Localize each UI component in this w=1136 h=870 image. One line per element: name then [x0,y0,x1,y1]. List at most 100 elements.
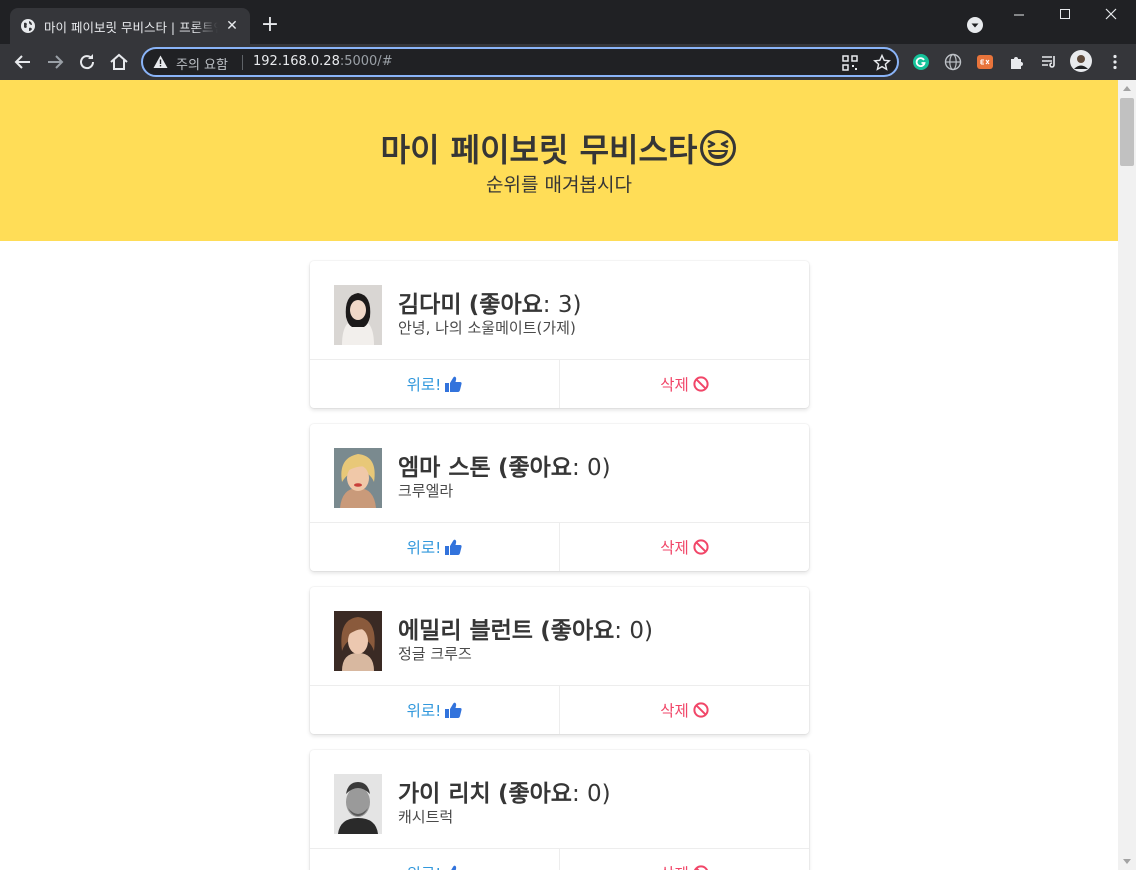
laughing-face-icon [700,130,737,166]
delete-button-label: 삭제 [660,539,689,557]
delete-button[interactable]: 삭제 [559,686,809,734]
minimize-icon [1014,14,1024,16]
like-button-label: 위로! [406,539,442,557]
star-name-text: 가이 리치 [398,781,491,807]
star-card: 엠마 스톤 (좋아요: 0) 크루엘라 위로! 삭제 [310,424,809,571]
star-movie: 안녕, 나의 소울메이트(가제) [398,319,576,337]
likes-count: : 3) [542,292,582,318]
url-path: :5000/# [339,54,393,69]
media-queue-icon[interactable] [1040,53,1058,71]
likes-label: (좋아요 [497,781,572,807]
warning-icon[interactable] [153,55,168,69]
page-title-text: 마이 페이보릿 무비스타 [380,131,698,169]
security-label[interactable]: 주의 요함 [176,54,228,73]
like-button[interactable]: 위로! [310,686,559,734]
ban-icon [693,539,709,555]
card-footer: 위로! 삭제 [310,522,809,571]
likes-count: : 0) [571,781,611,807]
back-button[interactable] [11,50,35,74]
star-name-text: 김다미 [398,292,462,318]
translate-globe-icon[interactable] [944,53,962,71]
likes-label: (좋아요 [497,455,572,481]
orange-extension-icon[interactable] [976,53,994,71]
delete-button[interactable]: 삭제 [559,849,809,870]
tab-search-icon[interactable] [966,16,984,34]
page-title: 마이 페이보릿 무비스타 [0,125,1118,171]
like-button[interactable]: 위로! [310,849,559,870]
likes-label: (좋아요 [468,292,543,318]
portrait-image [334,448,382,508]
maximize-icon [1060,9,1070,19]
new-tab-button[interactable]: + [258,14,282,38]
scroll-down-arrow-icon[interactable] [1123,859,1131,864]
qr-code-icon[interactable] [841,54,859,72]
profile-avatar[interactable] [1070,50,1092,72]
likes-count: : 0) [614,618,653,644]
close-window-button[interactable] [1088,4,1134,28]
bookmark-star-icon[interactable] [873,54,891,72]
ban-icon [693,702,709,718]
like-button[interactable]: 위로! [310,523,559,571]
portrait-image [334,774,382,834]
url-text[interactable]: 192.168.0.28:5000/# [253,54,393,69]
hero-banner: 마이 페이보릿 무비스타 순위를 매겨봅시다 [0,80,1118,241]
vertical-scrollbar[interactable] [1118,80,1136,870]
delete-button-label: 삭제 [660,702,689,720]
grammarly-icon[interactable] [912,53,930,71]
star-movie: 캐시트럭 [398,808,454,826]
reload-button[interactable] [75,50,99,74]
ban-icon [693,865,708,870]
card-footer: 위로! 삭제 [310,359,809,408]
star-name-text: 엠마 스톤 [398,455,491,481]
more-menu-icon[interactable] [1106,53,1124,71]
thumbs-up-icon [445,539,462,555]
delete-button-label: 삭제 [660,862,689,870]
star-movie: 크루엘라 [398,482,454,500]
home-icon [110,53,128,70]
thumbs-up-icon [451,865,457,870]
close-icon [1105,8,1117,20]
browser-toolbar: 주의 요함 192.168.0.28:5000/# [0,44,1136,80]
likes-label: (좋아요 [540,618,615,644]
arrow-right-icon [48,55,64,69]
url-host: 192.168.0.28 [253,54,340,69]
tab-title: 마이 페이보릿 무비스타 | 프론트엔드 [44,19,218,35]
address-bar[interactable]: 주의 요함 192.168.0.28:5000/# [141,47,899,77]
home-button[interactable] [107,50,131,74]
delete-button[interactable]: 삭제 [559,523,809,571]
star-photo [334,285,382,345]
star-card: 에밀리 블런트 (좋아요: 0) 정글 크루즈 위로! 삭제 [310,587,809,734]
maximize-button[interactable] [1042,4,1088,28]
minimize-button[interactable] [996,4,1042,28]
close-tab-icon[interactable]: ✕ [224,18,240,34]
star-photo [334,774,382,834]
star-card: 가이 리치 (좋아요: 0) 캐시트럭 위로! 삭제 [310,750,809,870]
portrait-image [334,611,382,671]
ban-icon [693,376,709,392]
extensions-puzzle-icon[interactable] [1008,53,1026,71]
page-viewport: 마이 페이보릿 무비스타 순위를 매겨봅시다 김다미 (좋아요: 3) 안녕, … [0,80,1118,870]
browser-tab[interactable]: 마이 페이보릿 무비스타 | 프론트엔드 ✕ [10,8,250,44]
like-button-label: 위로! [406,376,442,394]
arrow-left-icon [14,55,30,69]
like-button-label: 위로! [406,702,442,720]
card-footer: 위로! 삭제 [310,685,809,734]
star-name: 가이 리치 (좋아요: 0) [398,774,611,808]
delete-button[interactable]: 삭제 [559,360,809,408]
forward-button[interactable] [43,50,67,74]
thumbs-up-icon [445,702,462,718]
card-footer: 위로! 삭제 [310,848,809,870]
page-subtitle: 순위를 매겨봅시다 [486,174,632,196]
scroll-up-arrow-icon[interactable] [1123,86,1131,91]
thumbs-up-icon [445,376,462,392]
star-name: 에밀리 블런트 (좋아요: 0) [398,611,653,645]
star-photo [334,611,382,671]
star-name: 엠마 스톤 (좋아요: 0) [398,448,611,482]
like-button-label: 위로! [407,862,442,870]
like-button[interactable]: 위로! [310,360,559,408]
likes-count: : 0) [571,455,611,481]
portrait-image [334,285,382,345]
omnibox-separator [242,55,243,70]
reload-icon [80,54,95,70]
scroll-thumb[interactable] [1120,98,1134,166]
